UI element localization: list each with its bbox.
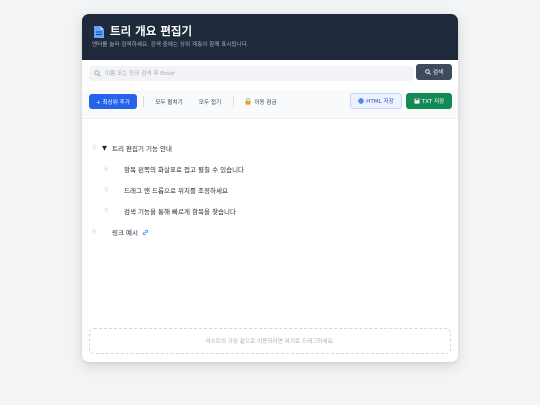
tree-item-label[interactable]: 드래그 앤 드롭으로 위치를 조정하세요 — [124, 185, 228, 195]
drag-handle-icon[interactable]: ⠿ — [92, 229, 102, 236]
drag-handle-icon[interactable]: ⠿ — [104, 187, 114, 194]
save-txt-button[interactable]: TXT 저장 — [406, 93, 452, 109]
tree-list: ⠿ ▼ 트리 편집기 기능 안내 ⠿ · 항목 왼쪽의 화살표로 접고 펼칠 수… — [82, 118, 458, 318]
collapse-all-button[interactable]: 모두 접기 — [194, 94, 226, 109]
leaf-bullet-icon: · — [114, 186, 116, 194]
tree-item[interactable]: ⠿ · 검색 기능을 통해 빠르게 항목을 찾습니다 — [104, 204, 236, 218]
search-button-icon — [425, 69, 431, 75]
expand-all-button[interactable]: 모두 펼치기 — [149, 94, 189, 109]
search-bar: 검색 — [82, 60, 458, 91]
link-icon[interactable] — [142, 229, 149, 236]
app-header: 트리 개요 편집기 엔터를 눌러 검색하세요. 검색 중에는 상위 계층이 함께… — [82, 14, 458, 60]
tree-item[interactable]: ⠿ ▼ 트리 편집기 기능 안내 — [92, 141, 172, 155]
tree-item[interactable]: ⠿ · 링크 예시 — [92, 225, 149, 239]
toolbar: + 최상위 추가 모두 펼치기 모두 접기 이동 잠금 HTML 저장 TXT … — [82, 90, 458, 119]
tree-item[interactable]: ⠿ · 드래그 앤 드롭으로 위치를 조정하세요 — [104, 183, 228, 197]
toolbar-divider — [143, 96, 144, 107]
tree-item-label[interactable]: 트리 편집기 기능 안내 — [112, 143, 172, 153]
save-html-label: HTML 저장 — [366, 99, 394, 105]
lock-icon — [245, 98, 251, 105]
toolbar-divider — [233, 96, 234, 107]
search-icon — [94, 70, 101, 77]
move-lock-label: 이동 잠금 — [254, 99, 277, 106]
search-input[interactable] — [105, 66, 405, 81]
save-html-button[interactable]: HTML 저장 — [350, 93, 402, 109]
tree-item-label[interactable]: 검색 기능을 통해 빠르게 항목을 찾습니다 — [124, 206, 236, 216]
drop-zone[interactable]: 리스트의 가장 끝으로 이동하려면 여기로 드래그하세요. — [89, 328, 451, 354]
drag-handle-icon[interactable]: ⠿ — [104, 166, 114, 173]
tree-outline-editor: 트리 개요 편집기 엔터를 눌러 검색하세요. 검색 중에는 상위 계층이 함께… — [82, 14, 458, 362]
tree-item[interactable]: ⠿ · 항목 왼쪽의 화살표로 접고 펼칠 수 있습니다 — [104, 162, 244, 176]
search-field-wrapper — [89, 66, 414, 81]
globe-icon — [358, 98, 364, 104]
drag-handle-icon[interactable]: ⠿ — [92, 145, 102, 152]
search-button-label: 검색 — [432, 70, 444, 76]
leaf-bullet-icon: · — [114, 165, 116, 173]
floppy-disk-icon — [414, 98, 420, 104]
move-lock-button[interactable]: 이동 잠금 — [238, 94, 284, 109]
add-top-level-button[interactable]: + 최상위 추가 — [89, 94, 137, 109]
collapse-toggle-icon[interactable]: ▼ — [102, 144, 112, 152]
save-txt-label: TXT 저장 — [421, 99, 445, 105]
document-icon — [94, 26, 104, 38]
leaf-bullet-icon: · — [102, 228, 104, 236]
tree-item-label[interactable]: 항목 왼쪽의 화살표로 접고 펼칠 수 있습니다 — [124, 164, 244, 174]
search-button[interactable]: 검색 — [416, 64, 452, 80]
page-title: 트리 개요 편집기 — [110, 24, 193, 38]
tree-item-label[interactable]: 링크 예시 — [112, 227, 138, 237]
page-subtitle: 엔터를 눌러 검색하세요. 검색 중에는 상위 계층이 함께 표시됩니다. — [92, 42, 249, 48]
leaf-bullet-icon: · — [114, 207, 116, 215]
drag-handle-icon[interactable]: ⠿ — [104, 208, 114, 215]
